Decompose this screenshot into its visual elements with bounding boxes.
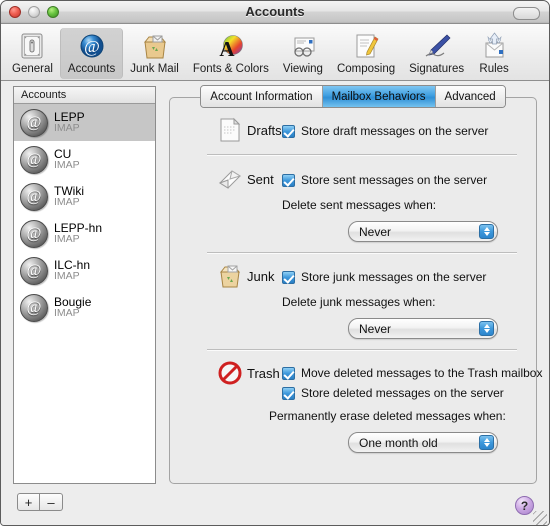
store-junk-checkbox-row[interactable]: Store junk messages on the server	[282, 270, 486, 284]
account-type: IMAP	[54, 122, 80, 135]
account-type: IMAP	[54, 307, 80, 320]
chevron-updown-icon	[479, 224, 494, 239]
divider-drafts-sent	[207, 154, 517, 156]
divider-sent-junk	[207, 252, 517, 254]
add-account-button[interactable]: +	[17, 493, 40, 511]
delete-junk-value: Never	[359, 321, 392, 336]
account-list-controls: + –	[17, 493, 63, 511]
sidebar-item-twiki[interactable]: TWiki IMAP	[14, 178, 155, 215]
viewing-glasses-icon	[287, 30, 319, 62]
toolbar-item-fonts-colors[interactable]: A Fonts & Colors	[186, 28, 276, 79]
divider-junk-trash	[207, 349, 517, 351]
fonts-colors-icon: A	[215, 30, 247, 62]
toolbar-label: Accounts	[67, 63, 116, 75]
toolbar-label: Junk Mail	[130, 63, 179, 75]
erase-deleted-popup[interactable]: One month old	[348, 432, 498, 453]
store-drafts-checkbox[interactable]	[282, 124, 295, 138]
sidebar-item-bougie[interactable]: Bougie IMAP	[14, 289, 155, 326]
general-icon	[16, 30, 48, 62]
sidebar-item-lepp[interactable]: LEPP IMAP	[14, 104, 155, 141]
store-sent-checkbox-row[interactable]: Store sent messages on the server	[282, 173, 487, 187]
toolbar-label: Signatures	[409, 63, 465, 75]
account-globe-icon	[20, 219, 48, 248]
account-type: IMAP	[54, 270, 80, 283]
drafts-section-title: Drafts	[247, 123, 282, 138]
account-globe-icon	[20, 293, 48, 322]
remove-account-button[interactable]: –	[40, 493, 63, 511]
account-type: IMAP	[54, 233, 80, 246]
store-sent-checkbox[interactable]	[282, 173, 295, 187]
junk-mail-bag-icon	[139, 30, 171, 62]
toolbar-item-signatures[interactable]: Signatures	[402, 28, 471, 79]
sidebar-header: Accounts	[14, 87, 155, 104]
drafts-document-icon	[217, 117, 243, 143]
store-drafts-checkbox-row[interactable]: Store draft messages on the server	[282, 124, 488, 138]
preferences-toolbar: General @ Accounts Junk Mail A Fonts & C…	[1, 24, 549, 81]
account-globe-icon	[20, 108, 48, 137]
account-globe-icon	[20, 145, 48, 174]
mailbox-behaviors-panel: Drafts Store draft messages on the serve…	[169, 97, 542, 484]
erase-deleted-value: One month old	[359, 435, 438, 450]
account-globe-icon	[20, 256, 48, 285]
sent-section-title: Sent	[247, 172, 274, 187]
delete-junk-popup[interactable]: Never	[348, 318, 498, 339]
toolbar-label: Fonts & Colors	[192, 63, 269, 75]
accounts-preferences-window: Accounts General @ Accounts Junk Mail A …	[0, 0, 550, 526]
trash-prohibited-icon	[217, 360, 243, 386]
junk-bag-icon	[217, 263, 243, 289]
trash-section-title: Trash	[247, 366, 280, 381]
toolbar-label: Composing	[336, 63, 396, 75]
sidebar-item-cu[interactable]: CU IMAP	[14, 141, 155, 178]
store-junk-checkbox[interactable]	[282, 270, 295, 284]
resize-grip[interactable]	[533, 511, 547, 525]
account-globe-icon	[20, 182, 48, 211]
toolbar-item-junk-mail[interactable]: Junk Mail	[123, 28, 186, 79]
toolbar-item-rules[interactable]: Rules	[471, 28, 517, 79]
accounts-at-icon: @	[76, 30, 108, 62]
account-type: IMAP	[54, 196, 80, 209]
delete-junk-label: Delete junk messages when:	[282, 295, 436, 309]
preferences-content: Accounts LEPP IMAP CU IMAP TWiki	[1, 81, 549, 525]
signatures-pen-icon	[421, 30, 453, 62]
window-title: Accounts	[245, 4, 305, 19]
store-deleted-checkbox[interactable]	[282, 386, 295, 400]
rules-icon	[478, 30, 510, 62]
store-drafts-label: Store draft messages on the server	[301, 124, 489, 138]
erase-deleted-label: Permanently erase deleted messages when:	[269, 409, 506, 423]
sidebar-item-ilc-hn[interactable]: ILC-hn IMAP	[14, 252, 155, 289]
toolbar-label: Viewing	[282, 63, 323, 75]
toolbar-toggle-button[interactable]	[513, 7, 540, 20]
delete-sent-label: Delete sent messages when:	[282, 198, 437, 212]
chevron-updown-icon	[479, 321, 494, 336]
junk-section-title: Junk	[247, 269, 275, 284]
toolbar-item-viewing[interactable]: Viewing	[276, 28, 330, 79]
store-junk-label: Store junk messages on the server	[301, 270, 487, 284]
toolbar-item-accounts[interactable]: @ Accounts	[59, 28, 124, 79]
svg-text:@: @	[84, 37, 100, 56]
title-bar: Accounts	[1, 1, 549, 24]
sidebar-item-lepp-hn[interactable]: LEPP-hn IMAP	[14, 215, 155, 252]
delete-sent-value: Never	[359, 224, 392, 239]
help-button[interactable]: ?	[515, 496, 534, 515]
toolbar-item-composing[interactable]: Composing	[330, 28, 402, 79]
toolbar-label: General	[12, 63, 53, 75]
account-type: IMAP	[54, 159, 80, 172]
toolbar-item-general[interactable]: General	[5, 28, 60, 79]
move-deleted-label: Move deleted messages to the Trash mailb…	[301, 366, 543, 380]
move-deleted-checkbox[interactable]	[282, 366, 295, 380]
store-deleted-checkbox-row[interactable]: Store deleted messages on the server	[282, 386, 504, 400]
accounts-sidebar: Accounts LEPP IMAP CU IMAP TWiki	[13, 86, 156, 484]
delete-sent-popup[interactable]: Never	[348, 221, 498, 242]
svg-text:A: A	[219, 37, 235, 61]
store-deleted-label: Store deleted messages on the server	[301, 386, 504, 400]
toolbar-label: Rules	[479, 63, 509, 75]
sent-envelope-icon	[217, 167, 243, 193]
store-sent-label: Store sent messages on the server	[301, 173, 488, 187]
chevron-updown-icon	[479, 435, 494, 450]
composing-pencil-icon	[350, 30, 382, 62]
move-deleted-checkbox-row[interactable]: Move deleted messages to the Trash mailb…	[282, 366, 542, 380]
